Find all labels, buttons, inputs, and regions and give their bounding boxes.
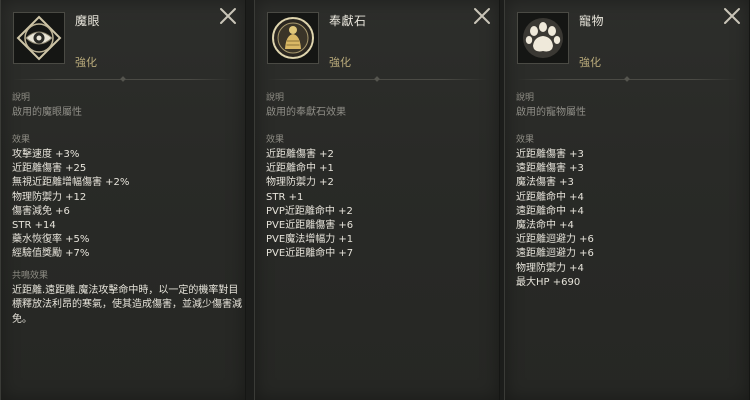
effect-item: PVE近距離傷害 +6 xyxy=(266,220,354,232)
close-icon[interactable] xyxy=(217,5,239,27)
effects-list: 近距離傷害 +3 遠距離傷害 +3 魔法傷害 +3 近距離命中 +4 遠距離命中… xyxy=(516,148,739,290)
effect-item: 藥水恢復率 +5% xyxy=(12,234,90,246)
description-text: 啟用的奉獻石效果 xyxy=(266,107,346,118)
resonance-text: 近距離.遠距離.魔法攻擊命中時，以一定的機率對目標釋放法利昂的寒氣，使其造成傷害… xyxy=(12,284,242,325)
divider xyxy=(13,76,233,82)
effect-item: PVE近距離命中 +7 xyxy=(266,248,354,260)
eye-icon xyxy=(13,12,65,64)
effect-item: 魔法傷害 +3 xyxy=(516,177,574,189)
effect-item: STR +1 xyxy=(266,191,304,203)
effect-item: 無視近距離增幅傷害 +2% xyxy=(12,177,130,189)
effect-item: 遠距離傷害 +3 xyxy=(516,163,584,175)
tooltip-panel-magic-eye: 魔眼 強化 說明 啟用的魔眼屬性 效果 攻擊速度 +3% 近距離傷害 +25 無… xyxy=(0,0,246,400)
item-grade: 強化 xyxy=(579,56,601,69)
item-name: 奉獻石 xyxy=(329,14,367,28)
effect-item: 傷害減免 +6 xyxy=(12,205,70,217)
effect-item: 物理防禦力 +12 xyxy=(12,191,87,203)
effects-title: 效果 xyxy=(12,135,31,145)
item-name: 寵物 xyxy=(579,14,605,28)
effect-item: 近距離命中 +4 xyxy=(516,191,584,203)
tooltip-body: 說明 啟用的魔眼屬性 效果 攻擊速度 +3% 近距離傷害 +25 無視近距離增幅… xyxy=(12,92,242,327)
effect-item: 物理防禦力 +2 xyxy=(266,177,334,189)
item-grade: 強化 xyxy=(75,56,97,69)
effects-title: 效果 xyxy=(516,135,535,145)
effect-item: 最大HP +690 xyxy=(516,276,581,288)
tooltip-stage: 魔眼 強化 說明 啟用的魔眼屬性 效果 攻擊速度 +3% 近距離傷害 +25 無… xyxy=(0,0,750,400)
effect-item: STR +14 xyxy=(12,220,56,232)
divider xyxy=(517,76,737,82)
close-icon[interactable] xyxy=(721,5,743,27)
effect-item: 遠距離命中 +4 xyxy=(516,205,584,217)
effect-item: 近距離迴避力 +6 xyxy=(516,234,594,246)
effect-item: 攻擊速度 +3% xyxy=(12,149,80,160)
paw-icon xyxy=(517,12,569,64)
description-title: 說明 xyxy=(266,93,285,103)
effect-item: 經驗值獎勵 +7% xyxy=(12,248,90,260)
tribute-stone-icon xyxy=(267,12,319,64)
description-text: 啟用的魔眼屬性 xyxy=(12,107,82,118)
tooltip-body: 說明 啟用的寵物屬性 效果 近距離傷害 +3 遠距離傷害 +3 魔法傷害 +3 … xyxy=(516,92,739,290)
description-title: 說明 xyxy=(12,93,31,103)
description-title: 說明 xyxy=(516,93,535,103)
resonance-title: 共鳴效果 xyxy=(12,270,49,281)
effect-item: PVE魔法增幅力 +1 xyxy=(266,234,354,246)
effect-item: 遠距離迴避力 +6 xyxy=(516,248,594,260)
effect-item: PVP近距離命中 +2 xyxy=(266,205,353,217)
effect-item: 物理防禦力 +4 xyxy=(516,262,584,274)
divider xyxy=(267,76,487,82)
item-grade: 強化 xyxy=(329,56,351,69)
description-text: 啟用的寵物屬性 xyxy=(516,107,586,118)
tooltip-panel-tribute-stone: 奉獻石 強化 說明 啟用的奉獻石效果 效果 近距離傷害 +2 近距離命中 +1 … xyxy=(254,0,500,400)
effect-item: 近距離傷害 +2 xyxy=(266,149,334,160)
effect-item: 魔法命中 +4 xyxy=(516,220,574,232)
effect-item: 近距離命中 +1 xyxy=(266,163,334,175)
tooltip-body: 說明 啟用的奉獻石效果 效果 近距離傷害 +2 近距離命中 +1 物理防禦力 +… xyxy=(266,92,489,262)
item-name: 魔眼 xyxy=(75,14,101,28)
effect-item: 近距離傷害 +25 xyxy=(12,163,87,175)
tooltip-panel-pet: 寵物 強化 說明 啟用的寵物屬性 效果 近距離傷害 +3 遠距離傷害 +3 魔法… xyxy=(504,0,750,400)
close-icon[interactable] xyxy=(471,5,493,27)
effects-list: 攻擊速度 +3% 近距離傷害 +25 無視近距離增幅傷害 +2% 物理防禦力 +… xyxy=(12,148,235,262)
effects-list: 近距離傷害 +2 近距離命中 +1 物理防禦力 +2 STR +1 PVP近距離… xyxy=(266,148,489,262)
effects-title: 效果 xyxy=(266,135,285,145)
effect-item: 近距離傷害 +3 xyxy=(516,149,584,160)
